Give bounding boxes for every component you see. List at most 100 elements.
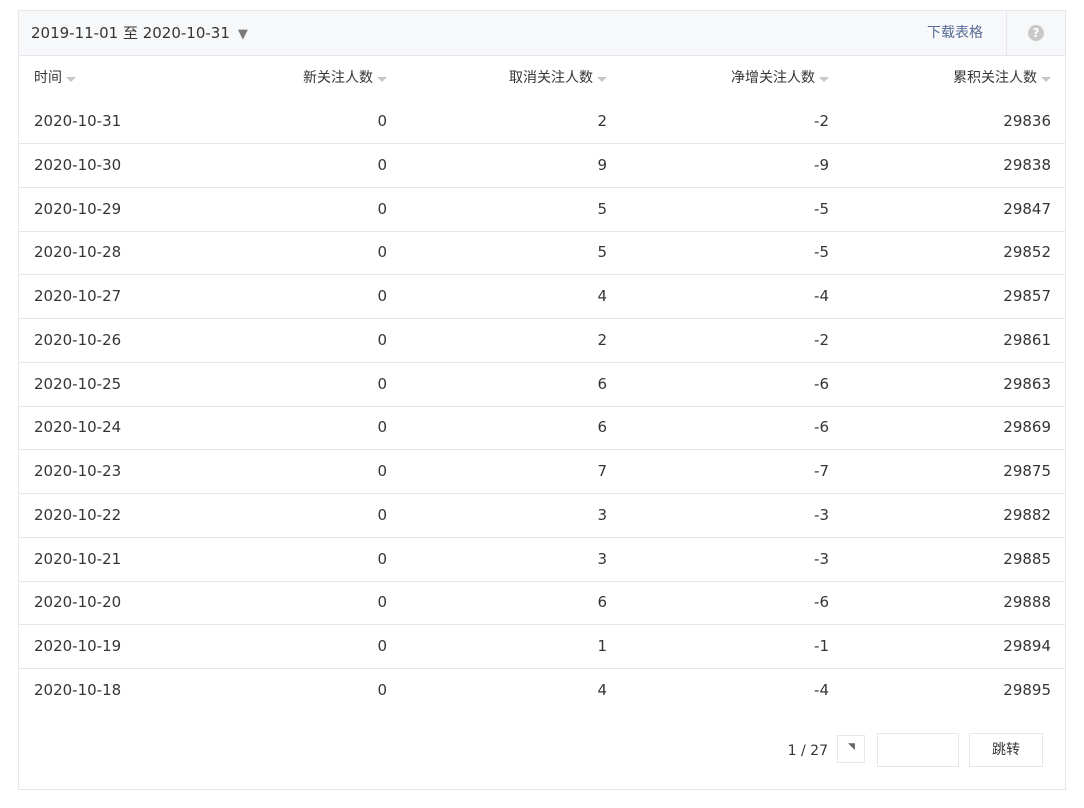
table-cell: 2020-10-22 — [34, 505, 122, 524]
question-icon: ? — [1028, 25, 1044, 41]
table-cell: 29847 — [1003, 199, 1051, 218]
date-range-selector[interactable]: 2019-11-01 至 2020-10-31 ▼ — [31, 11, 248, 55]
table-cell: 2020-10-31 — [34, 112, 122, 130]
table-cell: 2020-10-26 — [34, 330, 122, 349]
jump-button[interactable]: 跳转 — [969, 733, 1043, 767]
help-button[interactable]: ? — [1006, 11, 1065, 55]
sort-caret-icon[interactable] — [1041, 77, 1051, 83]
table-cell: -6 — [814, 593, 829, 612]
table-cell: 5 — [597, 243, 607, 262]
table-cell: 0 — [377, 593, 387, 612]
table-cell: -3 — [814, 549, 829, 568]
table-cell: 0 — [377, 287, 387, 305]
table-cell: 0 — [377, 505, 387, 524]
table-cell: 2020-10-18 — [34, 680, 122, 699]
table-cell: 29861 — [1003, 330, 1051, 349]
table-cell: -2 — [814, 330, 829, 349]
table-cell: -9 — [814, 155, 829, 174]
column-header[interactable]: 取消关注人数 — [509, 56, 607, 100]
table-row: 2020-10-21 0 3 -3 29885 — [19, 538, 1065, 582]
download-table-link[interactable]: 下载表格 — [927, 11, 983, 55]
page-number-input[interactable] — [877, 733, 959, 767]
table-cell: 29882 — [1003, 505, 1051, 524]
column-header-label: 时间 — [34, 70, 62, 86]
table-cell: -6 — [814, 418, 829, 437]
table-cell: 9 — [597, 155, 607, 174]
table-cell: 29857 — [1003, 287, 1051, 305]
table-row: 2020-10-28 0 5 -5 29852 — [19, 231, 1065, 276]
table-cell: 2 — [597, 112, 607, 130]
table-cell: 4 — [597, 680, 607, 699]
table-cell: 5 — [597, 199, 607, 218]
table-cell: 0 — [377, 330, 387, 349]
table-cell: 0 — [377, 155, 387, 174]
table-row: 2020-10-31 0 2 -2 29836 — [19, 100, 1065, 144]
column-header[interactable]: 时间 — [34, 56, 76, 100]
table-cell: 0 — [377, 243, 387, 262]
page-indicator: 1 / 27 — [787, 743, 828, 759]
table-cell: 2020-10-29 — [34, 199, 122, 218]
table-cell: 2020-10-24 — [34, 418, 122, 437]
table-row: 2020-10-24 0 6 -6 29869 — [19, 406, 1065, 451]
arrow-icon: ◥ — [848, 742, 855, 752]
table-row: 2020-10-22 0 3 -3 29882 — [19, 494, 1065, 538]
table-cell: 29838 — [1003, 155, 1051, 174]
table-cell: 29885 — [1003, 549, 1051, 568]
table-cell: 29863 — [1003, 374, 1051, 393]
column-header-label: 净增关注人数 — [731, 70, 815, 86]
table-header: 时间 新关注人数 取消关注人数 净增关注人数 累积关注人数 — [19, 56, 1065, 100]
table-cell: 0 — [377, 374, 387, 393]
sort-caret-icon[interactable] — [66, 77, 76, 83]
table-cell: 7 — [597, 462, 607, 480]
page-prev-button[interactable]: ◥ — [837, 735, 865, 763]
table-cell: 0 — [377, 680, 387, 699]
column-header[interactable]: 净增关注人数 — [731, 56, 829, 100]
table-row: 2020-10-20 0 6 -6 29888 — [19, 581, 1065, 626]
table-cell: 6 — [597, 418, 607, 437]
table-cell: 29869 — [1003, 418, 1051, 437]
sort-caret-icon[interactable] — [819, 77, 829, 83]
table-row: 2020-10-23 0 7 -7 29875 — [19, 450, 1065, 494]
table-cell: -2 — [814, 112, 829, 130]
table-row: 2020-10-18 0 4 -4 29895 — [19, 669, 1065, 712]
table-cell: 6 — [597, 593, 607, 612]
table-row: 2020-10-29 0 5 -5 29847 — [19, 188, 1065, 232]
column-header[interactable]: 新关注人数 — [303, 56, 387, 100]
table-row: 2020-10-26 0 2 -2 29861 — [19, 319, 1065, 363]
table-cell: 0 — [377, 462, 387, 480]
table-cell: 2020-10-19 — [34, 637, 122, 655]
table-row: 2020-10-27 0 4 -4 29857 — [19, 275, 1065, 319]
table-cell: 2020-10-20 — [34, 593, 122, 612]
table-cell: 0 — [377, 199, 387, 218]
sort-caret-icon[interactable] — [377, 77, 387, 83]
table-cell: -7 — [814, 462, 829, 480]
column-header[interactable]: 累积关注人数 — [953, 56, 1051, 100]
table-row: 2020-10-30 0 9 -9 29838 — [19, 144, 1065, 188]
table-row: 2020-10-19 0 1 -1 29894 — [19, 625, 1065, 669]
table-cell: -5 — [814, 243, 829, 262]
column-header-label: 新关注人数 — [303, 70, 373, 86]
table-cell: 29836 — [1003, 112, 1051, 130]
sort-caret-icon[interactable] — [597, 77, 607, 83]
column-header-label: 累积关注人数 — [953, 70, 1037, 86]
table-cell: 6 — [597, 374, 607, 393]
table-cell: 1 — [597, 637, 607, 655]
data-table-panel: 2019-11-01 至 2020-10-31 ▼ 下载表格 ? 时间 新关注人数 取… — [18, 10, 1066, 790]
table-cell: 2020-10-21 — [34, 549, 122, 568]
table-cell: 0 — [377, 637, 387, 655]
table-cell: 3 — [597, 549, 607, 568]
table-cell: 0 — [377, 112, 387, 130]
table-cell: 2020-10-28 — [34, 243, 122, 262]
table-cell: 2020-10-30 — [34, 155, 122, 174]
table-cell: 2020-10-23 — [34, 462, 122, 480]
column-header-label: 取消关注人数 — [509, 70, 593, 86]
table-cell: 0 — [377, 549, 387, 568]
caret-down-icon: ▼ — [237, 27, 248, 42]
table-cell: 29875 — [1003, 462, 1051, 480]
table-cell: 29894 — [1003, 637, 1051, 655]
table-cell: -1 — [814, 637, 829, 655]
table-cell: 2020-10-25 — [34, 374, 122, 393]
table-cell: -4 — [814, 680, 829, 699]
table-cell: 0 — [377, 418, 387, 437]
table-cell: 29895 — [1003, 680, 1051, 699]
